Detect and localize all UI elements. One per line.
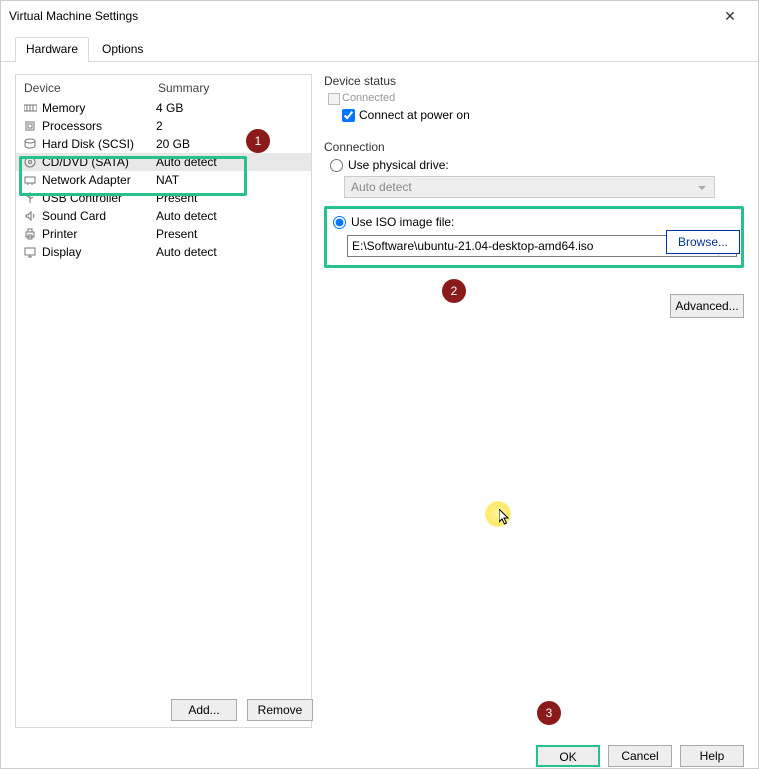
- network-icon: [22, 173, 38, 187]
- column-device: Device: [24, 81, 158, 95]
- usb-icon: [22, 191, 38, 205]
- use-physical-drive-label: Use physical drive:: [348, 158, 449, 172]
- device-row-usb[interactable]: USB Controller Present: [16, 189, 311, 207]
- column-summary: Summary: [158, 81, 209, 95]
- disk-icon: [22, 137, 38, 151]
- device-row-display[interactable]: Display Auto detect: [16, 243, 311, 261]
- physical-drive-select: Auto detect: [344, 176, 715, 198]
- device-row-sound[interactable]: Sound Card Auto detect: [16, 207, 311, 225]
- physical-drive-value: Auto detect: [351, 180, 412, 194]
- device-row-memory[interactable]: Memory 4 GB: [16, 99, 311, 117]
- tab-hardware[interactable]: Hardware: [15, 37, 89, 62]
- disc-icon: [22, 155, 38, 169]
- display-icon: [22, 245, 38, 259]
- connected-checkbox-disabled: Connected: [342, 92, 744, 104]
- close-icon[interactable]: ✕: [710, 8, 750, 25]
- device-name: Hard Disk (SCSI): [42, 137, 156, 151]
- browse-button[interactable]: Browse...: [666, 230, 740, 254]
- remove-button[interactable]: Remove: [247, 699, 313, 721]
- printer-icon: [22, 227, 38, 241]
- cancel-button[interactable]: Cancel: [608, 745, 672, 767]
- device-summary: 2: [156, 119, 163, 133]
- connect-at-power-on-checkbox[interactable]: [342, 109, 355, 122]
- window-title: Virtual Machine Settings: [9, 9, 710, 23]
- cpu-icon: [22, 119, 38, 133]
- device-summary: 4 GB: [156, 101, 183, 115]
- device-name: Sound Card: [42, 209, 156, 223]
- device-name: CD/DVD (SATA): [42, 155, 156, 169]
- annotation-callout-3: 3: [537, 701, 561, 725]
- iso-path-value: E:\Software\ubuntu-21.04-desktop-amd64.i…: [352, 239, 593, 253]
- device-name: USB Controller: [42, 191, 156, 205]
- use-iso-label: Use ISO image file:: [351, 215, 454, 229]
- cursor-icon: [499, 509, 511, 525]
- connection-title: Connection: [324, 140, 744, 154]
- device-row-network[interactable]: Network Adapter NAT: [16, 171, 311, 189]
- tab-options[interactable]: Options: [91, 37, 154, 62]
- device-summary: Present: [156, 227, 197, 241]
- connect-at-power-on-label: Connect at power on: [359, 108, 470, 122]
- device-summary: NAT: [156, 173, 179, 187]
- add-button[interactable]: Add...: [171, 699, 237, 721]
- annotation-callout-2: 2: [442, 279, 466, 303]
- help-button[interactable]: Help: [680, 745, 744, 767]
- sound-icon: [22, 209, 38, 223]
- advanced-button[interactable]: Advanced...: [670, 294, 744, 318]
- device-name: Network Adapter: [42, 173, 156, 187]
- device-row-printer[interactable]: Printer Present: [16, 225, 311, 243]
- device-row-cddvd[interactable]: CD/DVD (SATA) Auto detect: [16, 153, 311, 171]
- use-physical-drive-radio[interactable]: [330, 159, 343, 172]
- device-summary: Auto detect: [156, 245, 217, 259]
- ok-button[interactable]: OK: [536, 745, 600, 767]
- annotation-callout-1: 1: [246, 129, 270, 153]
- device-name: Printer: [42, 227, 156, 241]
- device-status-title: Device status: [324, 74, 744, 88]
- device-name: Memory: [42, 101, 156, 115]
- device-name: Display: [42, 245, 156, 259]
- memory-icon: [22, 101, 38, 115]
- device-summary: Auto detect: [156, 155, 217, 169]
- device-name: Processors: [42, 119, 156, 133]
- device-summary: 20 GB: [156, 137, 190, 151]
- device-summary: Auto detect: [156, 209, 217, 223]
- device-list: Device Summary Memory 4 GB Processors 2 …: [15, 74, 312, 728]
- device-summary: Present: [156, 191, 197, 205]
- use-iso-radio[interactable]: [333, 216, 346, 229]
